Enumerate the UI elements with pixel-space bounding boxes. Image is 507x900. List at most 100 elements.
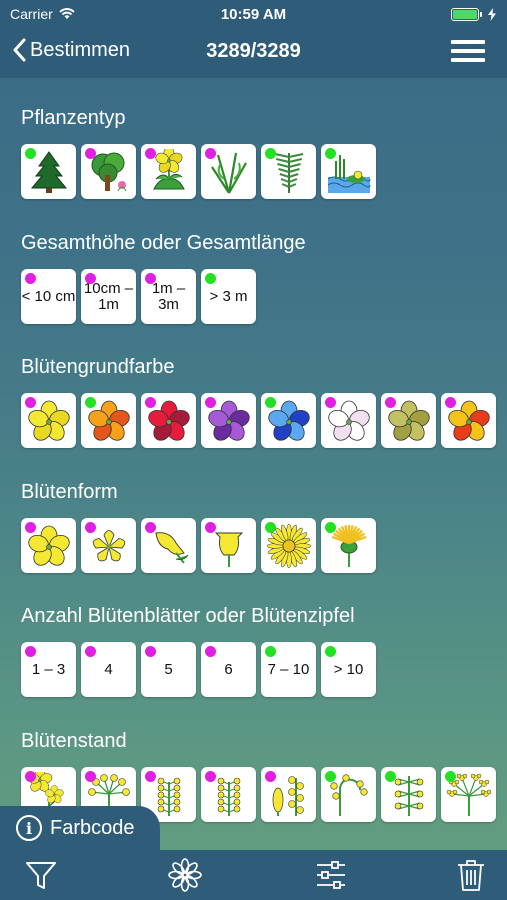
filter-section-3: Blütengrundfarbe bbox=[21, 356, 496, 448]
farbcode-button[interactable]: i Farbcode bbox=[0, 806, 160, 850]
status-dot bbox=[25, 273, 36, 284]
status-dot bbox=[25, 771, 36, 782]
section-title: Blütenstand bbox=[21, 730, 127, 752]
filter-option-tile[interactable] bbox=[261, 144, 316, 199]
status-dot bbox=[265, 148, 276, 159]
filter-option-tile[interactable] bbox=[261, 518, 316, 573]
status-dot bbox=[85, 646, 96, 657]
section-title: Blütengrundfarbe bbox=[21, 356, 175, 378]
filter-option-tile[interactable]: 5 bbox=[141, 642, 196, 697]
filter-option-tile[interactable] bbox=[141, 144, 196, 199]
filter-option-tile[interactable]: 10cm – 1m bbox=[81, 269, 136, 324]
tile-row bbox=[21, 393, 496, 448]
filter-option-tile[interactable]: > 10 bbox=[321, 642, 376, 697]
option-label: 7 – 10 bbox=[267, 660, 310, 678]
option-label: 1m – 3m bbox=[151, 279, 186, 313]
status-dot bbox=[205, 273, 216, 284]
option-label: < 10 cm bbox=[21, 287, 76, 305]
filter-icon bbox=[26, 862, 56, 889]
filter-option-tile[interactable] bbox=[321, 144, 376, 199]
back-button[interactable]: Bestimmen bbox=[12, 38, 130, 62]
filter-option-tile[interactable] bbox=[81, 393, 136, 448]
filter-option-tile[interactable] bbox=[441, 393, 496, 448]
filter-option-tile[interactable] bbox=[441, 767, 496, 822]
settings-button[interactable] bbox=[314, 858, 348, 892]
menu-button[interactable] bbox=[451, 40, 485, 66]
status-dot bbox=[145, 273, 156, 284]
status-dot bbox=[265, 646, 276, 657]
farbcode-label: Farbcode bbox=[50, 816, 135, 839]
filter-option-tile[interactable] bbox=[381, 393, 436, 448]
filter-option-tile[interactable] bbox=[201, 518, 256, 573]
status-dot bbox=[325, 646, 336, 657]
status-dot bbox=[205, 148, 216, 159]
status-dot bbox=[445, 397, 456, 408]
status-dot bbox=[205, 522, 216, 533]
filter-option-tile[interactable] bbox=[321, 518, 376, 573]
status-dot bbox=[145, 522, 156, 533]
filter-option-tile[interactable] bbox=[261, 767, 316, 822]
filter-option-tile[interactable] bbox=[201, 767, 256, 822]
option-label: 5 bbox=[164, 660, 173, 678]
option-label: 6 bbox=[224, 660, 233, 678]
filter-option-tile[interactable]: 1m – 3m bbox=[141, 269, 196, 324]
status-dot bbox=[85, 148, 96, 159]
filter-option-tile[interactable] bbox=[141, 518, 196, 573]
trash-icon bbox=[458, 860, 484, 891]
status-dot bbox=[145, 646, 156, 657]
clock: 10:59 AM bbox=[220, 5, 287, 23]
filter-option-tile[interactable] bbox=[321, 767, 376, 822]
option-label: 1 – 3 bbox=[31, 660, 66, 678]
filter-option-tile[interactable]: 6 bbox=[201, 642, 256, 697]
sliders-icon bbox=[317, 861, 345, 889]
filter-option-tile[interactable] bbox=[21, 393, 76, 448]
charging-icon bbox=[488, 7, 496, 21]
hamburger-icon bbox=[451, 40, 485, 44]
wifi-icon bbox=[59, 8, 75, 19]
status-dot bbox=[25, 522, 36, 533]
filter-option-tile[interactable] bbox=[81, 144, 136, 199]
flower-tab-button[interactable] bbox=[168, 858, 202, 892]
status-dot bbox=[145, 148, 156, 159]
filter-option-tile[interactable] bbox=[321, 393, 376, 448]
filter-option-tile[interactable] bbox=[201, 144, 256, 199]
bottom-toolbar bbox=[0, 850, 507, 900]
option-label: 10cm – 1m bbox=[83, 279, 134, 313]
status-dot bbox=[85, 273, 96, 284]
filter-option-tile[interactable] bbox=[81, 518, 136, 573]
status-dot bbox=[325, 771, 336, 782]
status-dot bbox=[205, 646, 216, 657]
battery-icon bbox=[451, 7, 482, 21]
filter-option-tile[interactable]: < 10 cm bbox=[21, 269, 76, 324]
filter-section-1: Pflanzentyp bbox=[21, 107, 376, 199]
filter-option-tile[interactable] bbox=[21, 144, 76, 199]
filter-option-tile[interactable] bbox=[261, 393, 316, 448]
status-dot bbox=[385, 771, 396, 782]
filter-option-tile[interactable] bbox=[201, 393, 256, 448]
tile-row bbox=[21, 518, 376, 573]
status-dot bbox=[145, 771, 156, 782]
filter-section-5: Anzahl Blütenblätter oder Blütenzipfel 1 … bbox=[21, 605, 376, 697]
carrier-label: Carrier bbox=[10, 6, 53, 22]
option-label: > 3 m bbox=[209, 287, 248, 305]
status-dot bbox=[325, 397, 336, 408]
status-dot bbox=[25, 397, 36, 408]
section-title: Blütenform bbox=[21, 481, 118, 503]
section-title: Anzahl Blütenblätter oder Blütenzipfel bbox=[21, 605, 355, 627]
delete-button[interactable] bbox=[454, 858, 488, 892]
filter-option-tile[interactable] bbox=[381, 767, 436, 822]
status-dot bbox=[265, 771, 276, 782]
status-dot bbox=[205, 771, 216, 782]
status-dot bbox=[85, 522, 96, 533]
filter-option-tile[interactable] bbox=[21, 518, 76, 573]
filter-option-tile[interactable]: > 3 m bbox=[201, 269, 256, 324]
filter-option-tile[interactable]: 7 – 10 bbox=[261, 642, 316, 697]
status-bar: Carrier 10:59 AM bbox=[0, 0, 507, 28]
filter-option-tile[interactable] bbox=[141, 393, 196, 448]
nav-bar: Bestimmen 3289/3289 bbox=[0, 28, 507, 78]
status-dot bbox=[325, 148, 336, 159]
filter-button[interactable] bbox=[24, 858, 58, 892]
filter-option-tile[interactable]: 1 – 3 bbox=[21, 642, 76, 697]
filter-option-tile[interactable]: 4 bbox=[81, 642, 136, 697]
chevron-left-icon bbox=[13, 38, 26, 62]
